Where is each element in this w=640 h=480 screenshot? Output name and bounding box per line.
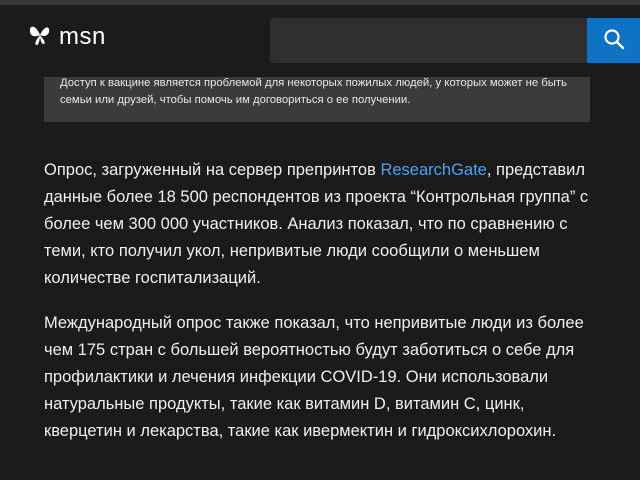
search-button[interactable] — [587, 18, 640, 63]
image-caption-callout: Доступ к вакцине является проблемой для … — [44, 77, 590, 122]
header: msn — [0, 5, 640, 77]
caption-text: Доступ к вакцине является проблемой для … — [60, 77, 567, 106]
msn-logo[interactable]: msn — [27, 21, 106, 52]
paragraph-1-text-before-link: Опрос, загруженный на сервер препринтов — [44, 161, 381, 179]
search-input[interactable] — [270, 18, 587, 63]
paragraph-1-text-after-link: , представил данные более 18 500 респонд… — [44, 161, 589, 287]
search-icon — [603, 28, 625, 53]
article-body: Опрос, загруженный на сервер препринтов … — [44, 157, 604, 463]
paragraph-2: Международный опрос также показал, что н… — [44, 314, 584, 440]
search-bar — [270, 18, 640, 63]
logo-text: msn — [59, 22, 106, 50]
paragraph-1: Опрос, загруженный на сервер препринтов … — [44, 157, 604, 292]
researchgate-link[interactable]: ResearchGate — [380, 161, 486, 179]
msn-butterfly-icon — [27, 21, 53, 52]
